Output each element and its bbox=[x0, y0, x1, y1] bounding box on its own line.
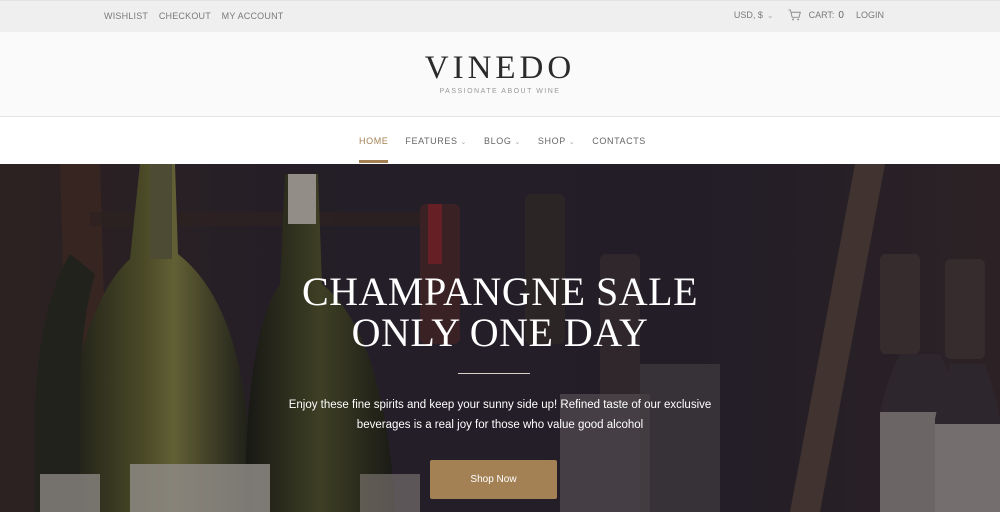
nav-item-contacts[interactable]: CONTACTS bbox=[592, 136, 646, 146]
site-tagline: PASSIONATE ABOUT WINE bbox=[439, 88, 561, 95]
cart-count: 0 bbox=[838, 9, 844, 21]
nav-item-home[interactable]: HOME bbox=[359, 136, 389, 163]
main-nav: HOME FEATURES ⌄ BLOG ⌄ SHOP ⌄ CONTACTS bbox=[0, 117, 1000, 164]
hero-divider bbox=[458, 373, 530, 374]
nav-label: SHOP bbox=[537, 136, 566, 146]
top-bar: WISHLIST CHECKOUT MY ACCOUNT USD, $ ⌄ CA… bbox=[0, 0, 1000, 32]
site-header: VINEDO PASSIONATE ABOUT WINE bbox=[0, 32, 1000, 116]
hero-title: CHAMPANGNE SALE ONLY ONE DAY bbox=[0, 271, 1000, 353]
cart-icon[interactable] bbox=[788, 9, 801, 21]
chevron-down-icon: ⌄ bbox=[568, 139, 576, 146]
hero-description: Enjoy these fine spirits and keep your s… bbox=[0, 395, 1000, 435]
chevron-down-icon: ⌄ bbox=[514, 139, 521, 146]
account-links: WISHLIST CHECKOUT MY ACCOUNT bbox=[104, 11, 291, 21]
shop-tools: USD, $ ⌄ CART: 0 LOGIN bbox=[734, 9, 884, 21]
nav-label: CONTACTS bbox=[592, 136, 646, 146]
nav-label: BLOG bbox=[484, 136, 512, 146]
nav-item-features[interactable]: FEATURES ⌄ bbox=[405, 136, 467, 146]
hero-title-line2: ONLY ONE DAY bbox=[351, 310, 649, 355]
nav-label: HOME bbox=[359, 136, 389, 146]
nav-item-blog[interactable]: BLOG ⌄ bbox=[484, 136, 521, 146]
cart-label[interactable]: CART: bbox=[809, 10, 835, 20]
login-link[interactable]: LOGIN bbox=[856, 10, 884, 20]
hero-text-line1: Enjoy these fine spirits and keep your s… bbox=[288, 399, 712, 411]
nav-item-shop[interactable]: SHOP ⌄ bbox=[538, 136, 575, 146]
chevron-down-icon: ⌄ bbox=[460, 139, 468, 146]
currency-selector[interactable]: USD, $ ⌄ bbox=[734, 10, 774, 20]
nav-label: FEATURES bbox=[405, 136, 458, 146]
currency-value: USD, $ bbox=[733, 10, 763, 20]
hero-banner: CHAMPANGNE SALE ONLY ONE DAY Enjoy these… bbox=[0, 164, 1000, 512]
shop-now-button[interactable]: Shop Now bbox=[430, 460, 557, 499]
site-logo[interactable]: VINEDO bbox=[0, 50, 1000, 87]
my-account-link[interactable]: MY ACCOUNT bbox=[222, 11, 284, 21]
hero-title-line1: CHAMPANGNE SALE bbox=[301, 269, 699, 314]
checkout-link[interactable]: CHECKOUT bbox=[159, 11, 211, 21]
wishlist-link[interactable]: WISHLIST bbox=[104, 11, 148, 21]
hero-text-line2: beverages is a real joy for those who va… bbox=[356, 419, 644, 431]
chevron-down-icon: ⌄ bbox=[766, 10, 774, 20]
